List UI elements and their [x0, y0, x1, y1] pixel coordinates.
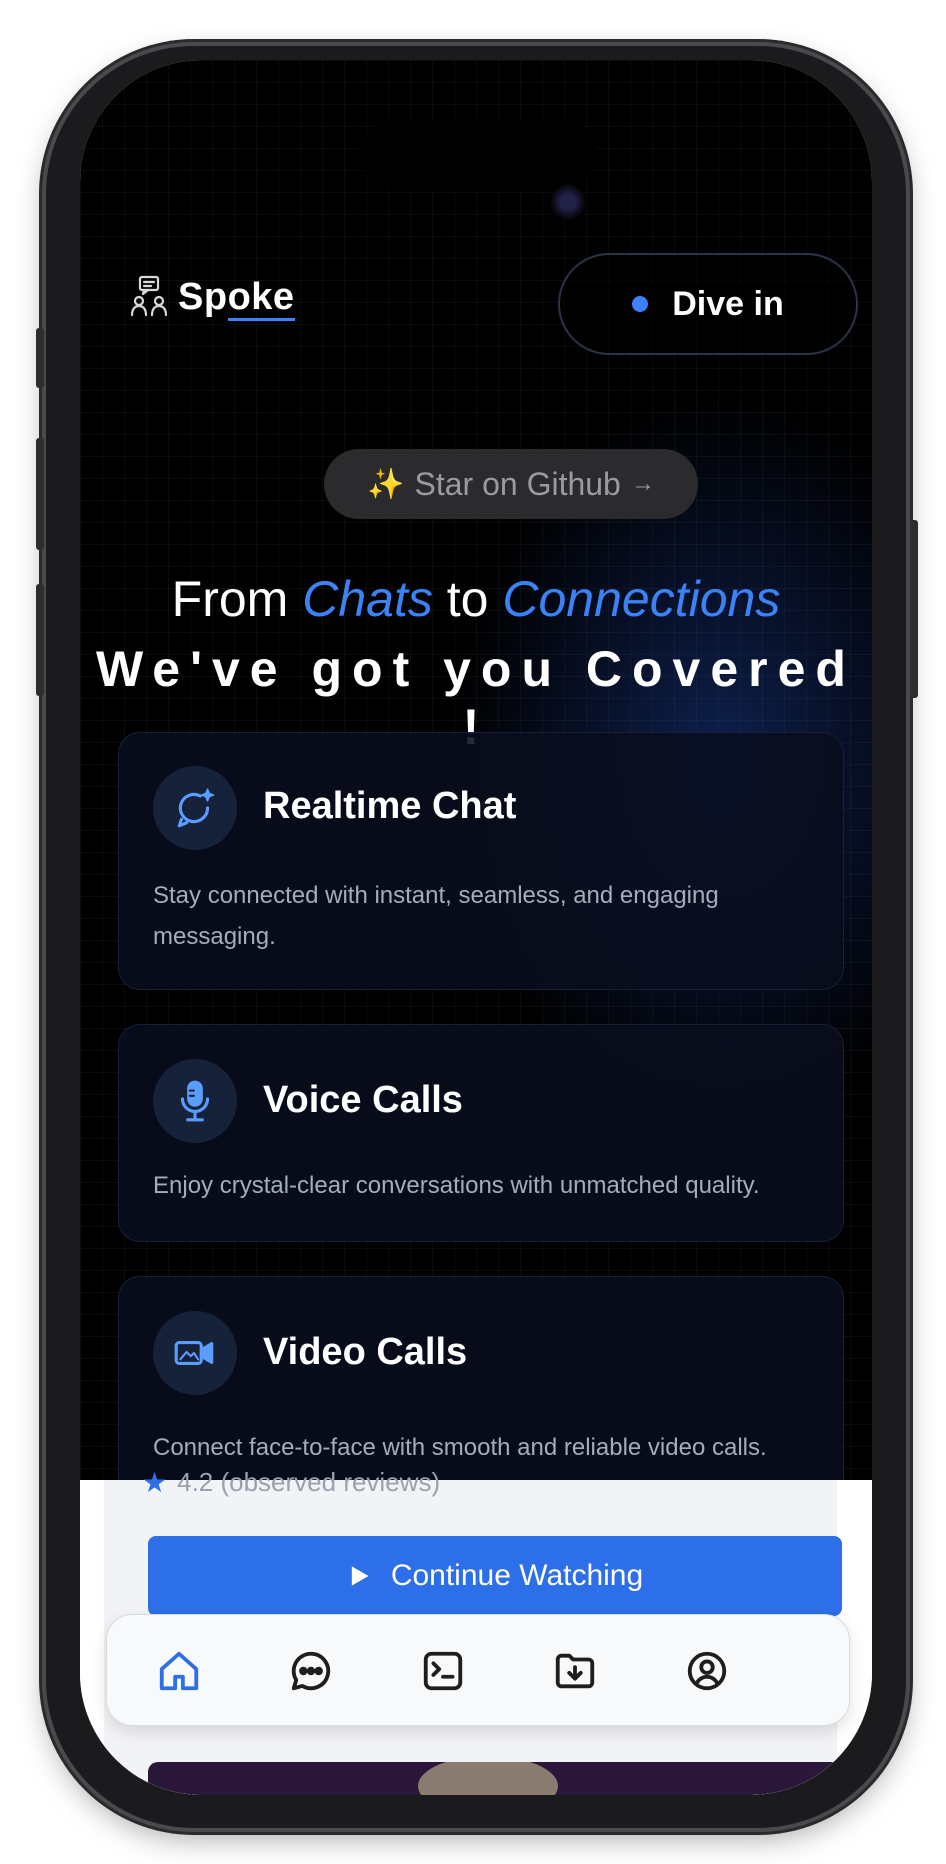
thumbnail-person [418, 1762, 558, 1795]
nav-messages[interactable] [281, 1641, 341, 1701]
bottom-navigation [106, 1614, 850, 1726]
camera-icon [551, 185, 585, 219]
rating: ★ 4.2 (observed reviews) [142, 1466, 440, 1499]
feature-card-realtime-chat[interactable]: Realtime Chat Stay connected with instan… [118, 732, 844, 990]
action-button [36, 328, 44, 388]
brand-logo[interactable]: Spoke [130, 275, 295, 321]
users-chat-icon [130, 275, 168, 317]
arrow-right-icon: → [630, 470, 655, 497]
hero-background: Spoke Dive in ✨ Star on Github → From Ch… [80, 60, 872, 1500]
dynamic-island [360, 120, 596, 190]
dive-in-button[interactable]: Dive in [558, 253, 858, 355]
user-circle-icon [687, 1651, 727, 1691]
hero-title: From Chats to Connections [80, 570, 872, 628]
microphone-icon [153, 1059, 237, 1143]
video-thumbnail[interactable] [148, 1762, 842, 1795]
rating-text: 4.2 (observed reviews) [177, 1467, 441, 1497]
folder-download-icon [555, 1653, 595, 1689]
feature-description: Enjoy crystal-clear conversations with u… [153, 1172, 760, 1199]
sparkles-icon: ✨ [367, 467, 405, 501]
home-icon [159, 1651, 199, 1691]
star-icon: ★ [142, 1467, 168, 1498]
hero-chats: Chats [302, 571, 433, 627]
feature-description: Connect face-to-face with smooth and rel… [153, 1434, 767, 1461]
brand-name-start: Sp [178, 275, 228, 318]
hero-from: From [171, 571, 289, 627]
nav-downloads[interactable] [545, 1641, 605, 1701]
feature-title: Realtime Chat [263, 785, 517, 827]
volume-down-button [36, 584, 44, 696]
feature-card-voice-calls[interactable]: Voice Calls Enjoy crystal-clear conversa… [118, 1024, 844, 1242]
github-label: Star on Github [414, 465, 621, 502]
terminal-icon [423, 1651, 463, 1691]
volume-up-button [36, 438, 44, 550]
feature-title: Video Calls [263, 1331, 468, 1373]
status-dot-icon [632, 296, 649, 312]
continue-watching-button[interactable]: Continue Watching [148, 1536, 842, 1616]
hero-to: to [446, 571, 489, 627]
brand-name-underlined: oke [227, 275, 295, 321]
feature-title: Voice Calls [263, 1079, 463, 1121]
play-icon [351, 1566, 369, 1586]
hero-connections: Connections [502, 571, 781, 627]
message-dots-icon [291, 1651, 331, 1691]
nav-terminal[interactable] [413, 1641, 473, 1701]
chat-sparkle-icon [153, 766, 237, 850]
feature-description: Stay connected with instant, seamless, a… [153, 882, 719, 950]
brand-name: Spoke [178, 275, 295, 321]
continue-watching-label: Continue Watching [390, 1559, 644, 1592]
power-button [910, 520, 918, 698]
video-icon [153, 1311, 237, 1395]
nav-profile[interactable] [677, 1641, 737, 1701]
star-on-github-button[interactable]: ✨ Star on Github → [324, 449, 698, 519]
phone-screen: Spoke Dive in ✨ Star on Github → From Ch… [80, 60, 872, 1795]
nav-home[interactable] [149, 1641, 209, 1701]
dive-in-label: Dive in [672, 284, 784, 323]
